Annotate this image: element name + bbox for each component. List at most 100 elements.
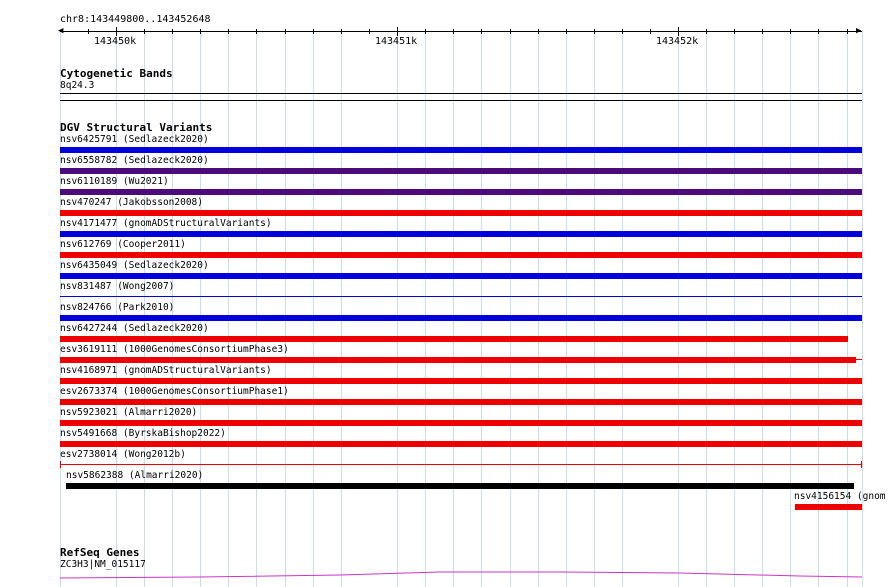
grid-line xyxy=(762,30,763,587)
ruler-tick-label: 143452k xyxy=(656,36,699,47)
variant-label[interactable]: nsv5491668 (ByrskaBishop2022) xyxy=(60,428,226,439)
ruler-minor-tick xyxy=(144,29,145,34)
ruler-minor-tick xyxy=(790,29,791,34)
variant-bar[interactable] xyxy=(60,210,862,216)
ruler-minor-tick xyxy=(425,29,426,34)
variant-bar[interactable] xyxy=(60,420,862,426)
variant-bar[interactable] xyxy=(60,296,862,297)
variant-label[interactable]: nsv4168971 (gnomADStructuralVariants) xyxy=(60,365,272,376)
variant-bar[interactable] xyxy=(60,399,862,405)
variant-label[interactable]: nsv6558782 (Sedlazeck2020) xyxy=(60,155,209,166)
track-title-cytoband: Cytogenetic Bands xyxy=(60,67,173,80)
variant-bar[interactable] xyxy=(60,378,862,384)
grid-line xyxy=(678,30,679,587)
cytoband-bar-top[interactable] xyxy=(60,93,862,94)
grid-line xyxy=(538,30,539,587)
grid-line xyxy=(200,30,201,587)
variant-label[interactable]: nsv831487 (Wong2007) xyxy=(60,281,174,292)
variant-bar[interactable] xyxy=(60,357,856,363)
grid-line xyxy=(594,30,595,587)
ruler-major-tick xyxy=(678,27,679,36)
variant-label[interactable]: nsv4156154 (gnom xyxy=(794,491,886,502)
ruler-minor-tick xyxy=(566,29,567,34)
grid-line xyxy=(425,30,426,587)
variant-bar[interactable] xyxy=(60,189,862,195)
ruler-minor-tick xyxy=(538,29,539,34)
grid-line xyxy=(481,30,482,587)
variant-label[interactable]: nsv4171477 (gnomADStructuralVariants) xyxy=(60,218,272,229)
variant-label[interactable]: nsv824766 (Park2010) xyxy=(60,302,174,313)
ruler-minor-tick xyxy=(172,29,173,34)
grid-line xyxy=(566,30,567,587)
ruler-major-tick xyxy=(116,27,117,36)
gene-line xyxy=(60,571,862,579)
ruler-minor-tick xyxy=(228,29,229,34)
ruler-minor-tick xyxy=(453,29,454,34)
variant-label[interactable]: nsv6435049 (Sedlazeck2020) xyxy=(60,260,209,271)
variant-bar[interactable] xyxy=(66,483,854,489)
ruler-minor-tick xyxy=(594,29,595,34)
grid-line xyxy=(313,30,314,587)
grid-line xyxy=(285,30,286,587)
variant-bar[interactable] xyxy=(795,504,862,510)
ruler-minor-tick xyxy=(650,29,651,34)
ruler-minor-tick xyxy=(369,29,370,34)
grid-line xyxy=(397,30,398,587)
ruler-minor-tick xyxy=(481,29,482,34)
ruler-minor-tick xyxy=(818,29,819,34)
grid-line xyxy=(862,30,863,587)
ruler-minor-tick xyxy=(285,29,286,34)
variant-label[interactable]: esv3619111 (1000GenomesConsortiumPhase3) xyxy=(60,344,289,355)
grid-line xyxy=(622,30,623,587)
ruler-major-tick xyxy=(397,27,398,36)
variant-label[interactable]: nsv5923021 (Almarri2020) xyxy=(60,407,197,418)
variant-end-cap xyxy=(861,461,862,468)
variant-bar[interactable] xyxy=(60,464,862,465)
grid-line xyxy=(256,30,257,587)
variant-bar[interactable] xyxy=(60,336,848,342)
variant-label[interactable]: nsv5862388 (Almarri2020) xyxy=(66,470,203,481)
grid-line xyxy=(510,30,511,587)
variant-bar[interactable] xyxy=(60,231,862,237)
variant-label[interactable]: esv2673374 (1000GenomesConsortiumPhase1) xyxy=(60,386,289,397)
variant-label[interactable]: nsv6425791 (Sedlazeck2020) xyxy=(60,134,209,145)
ruler-minor-tick xyxy=(706,29,707,34)
ruler-minor-tick xyxy=(622,29,623,34)
grid-line xyxy=(734,30,735,587)
ruler-minor-tick xyxy=(256,29,257,34)
variant-label[interactable]: nsv612769 (Cooper2011) xyxy=(60,239,186,250)
ruler-minor-tick xyxy=(88,29,89,34)
ruler-line xyxy=(60,31,862,32)
right-arrow-icon: ▶ xyxy=(856,26,862,36)
variant-label[interactable]: nsv470247 (Jakobsson2008) xyxy=(60,197,203,208)
track-title-refseq: RefSeq Genes xyxy=(60,546,140,559)
ruler-tick-label: 143451k xyxy=(375,36,418,47)
grid-line xyxy=(790,30,791,587)
gene-model[interactable] xyxy=(60,568,862,580)
variant-extension xyxy=(856,359,862,360)
variant-bar[interactable] xyxy=(60,252,862,258)
ruler-minor-tick xyxy=(313,29,314,34)
variant-bar[interactable] xyxy=(60,147,862,153)
ruler-minor-tick xyxy=(341,29,342,34)
cytoband-label[interactable]: 8q24.3 xyxy=(60,80,94,91)
variant-end-cap xyxy=(60,461,61,468)
coordinate-readout: chr8:143449800..143452648 xyxy=(60,14,211,25)
variant-bar[interactable] xyxy=(60,273,862,279)
grid-line xyxy=(228,30,229,587)
variant-label[interactable]: esv2738014 (Wong2012b) xyxy=(60,449,186,460)
grid-line xyxy=(706,30,707,587)
ruler-tick-label: 143450k xyxy=(94,36,137,47)
ruler-minor-tick xyxy=(510,29,511,34)
variant-bar[interactable] xyxy=(60,315,862,321)
variant-label[interactable]: nsv6427244 (Sedlazeck2020) xyxy=(60,323,209,334)
track-title-dgv: DGV Structural Variants xyxy=(60,121,213,134)
ruler-minor-tick xyxy=(200,29,201,34)
ruler-minor-tick xyxy=(847,29,848,34)
variant-bar[interactable] xyxy=(60,441,862,447)
variant-bar[interactable] xyxy=(60,168,862,174)
ruler-minor-tick xyxy=(762,29,763,34)
grid-line xyxy=(453,30,454,587)
variant-label[interactable]: nsv6110189 (Wu2021) xyxy=(60,176,169,187)
cytoband-bar-bottom xyxy=(60,100,862,101)
